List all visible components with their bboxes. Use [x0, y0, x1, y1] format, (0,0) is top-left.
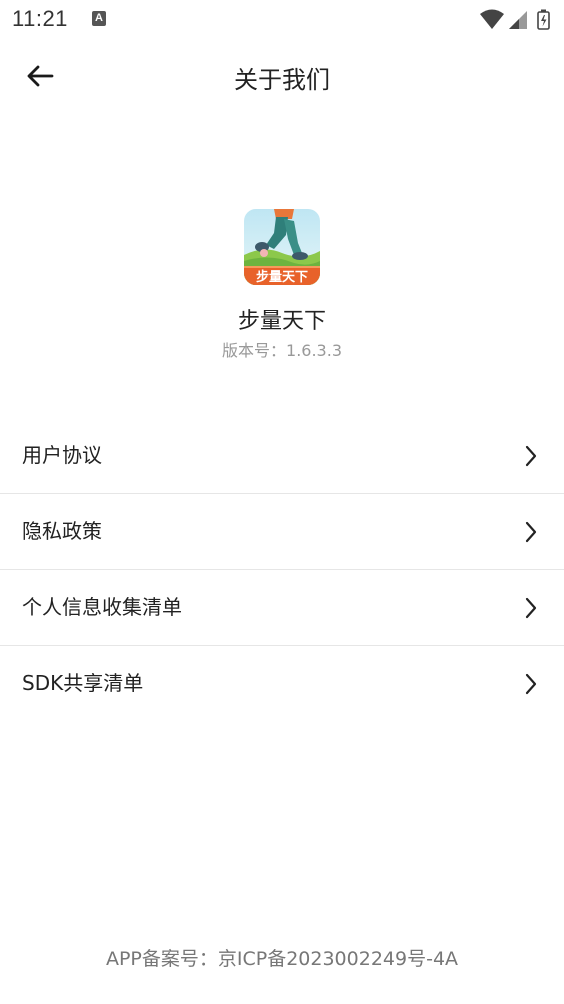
logo-text: 步量天下: [256, 269, 308, 285]
status-icons: [478, 8, 554, 30]
menu-item-label: SDK共享清单: [22, 671, 144, 695]
signal-icon: [509, 11, 527, 29]
app-version: 版本号：1.6.3.3: [0, 337, 564, 361]
menu-item-label: 隐私政策: [22, 519, 102, 543]
top-bar: 关于我们: [0, 42, 564, 110]
menu-item-sdk-sharing-list[interactable]: SDK共享清单: [0, 646, 564, 721]
menu-item-user-agreement[interactable]: 用户协议: [0, 418, 564, 494]
notification-icon: A: [92, 11, 106, 26]
menu-item-label: 个人信息收集清单: [22, 595, 182, 619]
wifi-icon: [480, 9, 504, 29]
menu-item-personal-info-list[interactable]: 个人信息收集清单: [0, 570, 564, 646]
menu-item-privacy-policy[interactable]: 隐私政策: [0, 494, 564, 570]
chevron-right-icon: [525, 673, 537, 695]
menu-item-label: 用户协议: [22, 443, 102, 467]
app-logo: 步量天下: [244, 209, 320, 285]
chevron-right-icon: [525, 597, 537, 619]
battery-icon: [537, 9, 550, 30]
version-value: 1.6.3.3: [286, 341, 342, 360]
version-label: 版本号：: [222, 341, 287, 360]
app-name: 步量天下: [237, 309, 326, 334]
menu-list: 用户协议 隐私政策 个人信息收集清单 SDK共享清单: [0, 418, 564, 721]
icp-record[interactable]: APP备案号：京ICP备2023002249号-4A: [0, 944, 564, 971]
status-time: 11:21: [12, 6, 68, 31]
icp-label: APP备案号：: [105, 948, 218, 970]
status-bar: 11:21 A: [0, 0, 564, 40]
chevron-right-icon: [525, 521, 537, 543]
chevron-right-icon: [525, 445, 537, 467]
page-title: 关于我们: [234, 66, 330, 94]
icp-value: 京ICP备2023002249号-4A: [217, 948, 459, 970]
